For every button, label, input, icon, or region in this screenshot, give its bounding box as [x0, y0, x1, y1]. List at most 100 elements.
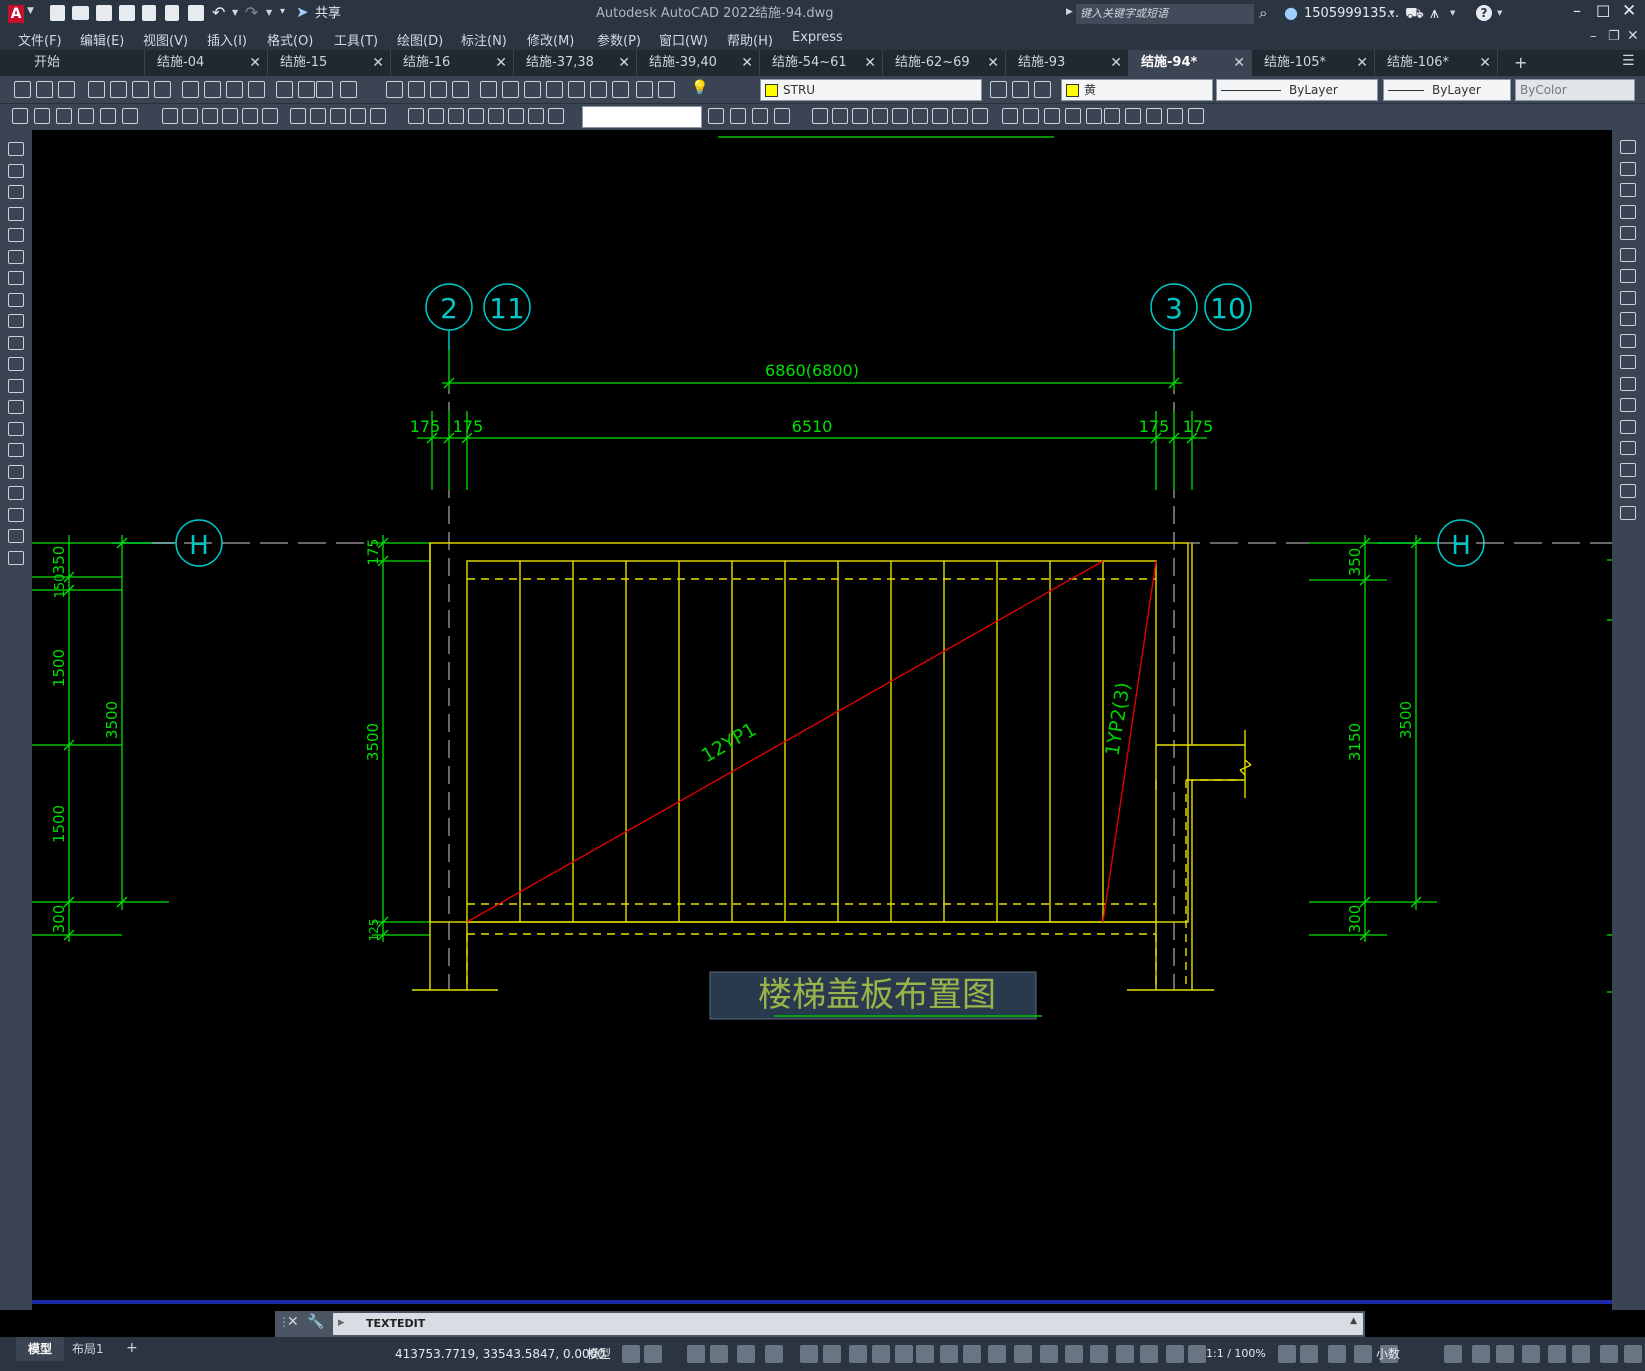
tb1-tool-22-icon[interactable] — [546, 81, 563, 98]
qat-open-icon[interactable] — [72, 6, 89, 20]
user-icon[interactable]: ● — [1284, 3, 1298, 22]
menu-item-8[interactable]: 修改(M) — [527, 30, 574, 49]
tb2-tool-16-icon[interactable] — [370, 108, 386, 124]
draw-tool-13-icon[interactable] — [8, 421, 24, 436]
plotstyle-dropdown[interactable]: ByColor — [1515, 79, 1635, 101]
tb2-tool-17-icon[interactable] — [408, 108, 424, 124]
draw-tool-12-icon[interactable] — [8, 400, 24, 414]
modify-tool-4-icon[interactable] — [1620, 226, 1636, 240]
tb2-tool-2-icon[interactable] — [56, 108, 72, 124]
tb2-tool-24-icon[interactable] — [548, 108, 564, 124]
tab-menu-icon[interactable]: ☰ — [1622, 53, 1635, 69]
status-toggle-4-icon[interactable] — [737, 1345, 755, 1363]
menu-item-3[interactable]: 插入(I) — [207, 30, 247, 49]
tb2-tool-21-icon[interactable] — [488, 108, 504, 124]
tb2-tool-13-icon[interactable] — [310, 108, 326, 124]
tb1-tool-3-icon[interactable] — [88, 81, 105, 98]
tb2-tool-40-icon[interactable] — [1044, 108, 1060, 124]
modify-tool-17-icon[interactable] — [1620, 505, 1636, 520]
status-toggle-9-icon[interactable] — [872, 1345, 890, 1363]
tb2-tool-26-icon[interactable] — [730, 108, 746, 124]
annotation-scale[interactable]: 1:1 / 100% — [1206, 1345, 1266, 1363]
tab-close-icon[interactable]: ✕ — [1479, 50, 1491, 76]
tb1-tool-28-icon[interactable] — [990, 81, 1007, 98]
status-toggle-13-icon[interactable] — [963, 1345, 981, 1363]
status-toggle-31-icon[interactable] — [1522, 1345, 1540, 1363]
tb1-tool-14-icon[interactable] — [340, 81, 357, 98]
status-toggle-3-icon[interactable] — [710, 1345, 728, 1363]
tb2-tool-23-icon[interactable] — [528, 108, 544, 124]
tab-10[interactable]: 结施-105* ✕ — [1252, 50, 1375, 76]
modify-tool-3-icon[interactable] — [1620, 204, 1636, 219]
menu-item-12[interactable]: Express — [792, 30, 843, 45]
draw-tool-8-icon[interactable] — [8, 314, 24, 328]
draw-tool-0-icon[interactable] — [8, 142, 24, 156]
draw-tool-4-icon[interactable] — [8, 228, 24, 242]
undo-icon[interactable]: ↶ — [212, 3, 225, 22]
tab-7[interactable]: 结施-62~69 ✕ — [883, 50, 1006, 76]
modify-tool-5-icon[interactable] — [1620, 247, 1636, 262]
status-toggle-2-icon[interactable] — [687, 1345, 705, 1363]
linetype-dropdown[interactable]: ByLayer — [1216, 79, 1378, 101]
tab-close-icon[interactable]: ✕ — [618, 50, 630, 76]
tb2-tool-43-icon[interactable] — [1104, 108, 1120, 124]
status-toggle-35-icon[interactable] — [1624, 1345, 1642, 1363]
status-toggle-25-icon[interactable] — [1328, 1345, 1346, 1363]
menu-item-1[interactable]: 编辑(E) — [80, 30, 124, 49]
draw-tool-2-icon[interactable] — [8, 185, 24, 199]
tb1-tool-27-icon[interactable] — [658, 81, 675, 98]
tb2-tool-41-icon[interactable] — [1065, 108, 1081, 124]
doc-minimize-icon[interactable]: – — [1590, 29, 1597, 44]
draw-tool-6-icon[interactable] — [8, 271, 24, 285]
add-layout-button[interactable]: + — [126, 1339, 138, 1357]
tab-close-icon[interactable]: ✕ — [1356, 50, 1368, 76]
tab-11[interactable]: 结施-106* ✕ — [1375, 50, 1498, 76]
status-toggle-14-icon[interactable] — [988, 1345, 1006, 1363]
draw-tool-17-icon[interactable] — [8, 507, 24, 522]
tb1-tool-5-icon[interactable] — [132, 81, 149, 98]
doc-close-icon[interactable]: ✕ — [1627, 28, 1639, 44]
drawing-title[interactable]: 楼梯盖板布置图 — [758, 975, 996, 1015]
search-input[interactable]: 键入关键字或短语 — [1076, 4, 1254, 24]
menu-item-0[interactable]: 文件(F) — [18, 30, 62, 49]
menu-item-5[interactable]: 工具(T) — [334, 30, 378, 49]
status-toggle-19-icon[interactable] — [1116, 1345, 1134, 1363]
status-toggle-16-icon[interactable] — [1040, 1345, 1058, 1363]
units-dropdown[interactable]: 小数 — [1376, 1345, 1400, 1363]
tb2-tool-25-icon[interactable] — [708, 108, 724, 124]
status-toggle-32-icon[interactable] — [1548, 1345, 1566, 1363]
tb2-tool-36-icon[interactable] — [952, 108, 968, 124]
tb1-tool-11-icon[interactable] — [276, 81, 293, 98]
status-toggle-1-icon[interactable] — [644, 1345, 662, 1363]
tb1-tool-4-icon[interactable] — [110, 81, 127, 98]
coordinates-readout[interactable]: 413753.7719, 33543.5847, 0.0000 — [395, 1345, 605, 1363]
tab-close-icon[interactable]: ✕ — [372, 50, 384, 76]
doc-restore-icon[interactable]: ❐ — [1608, 29, 1620, 44]
modify-tool-2-icon[interactable] — [1620, 183, 1636, 197]
tb1-tool-7-icon[interactable] — [182, 81, 199, 98]
tb2-tool-45-icon[interactable] — [1146, 108, 1162, 124]
autodesk-a360-icon[interactable]: ⩚ — [1430, 3, 1439, 23]
tb1-tool-30-icon[interactable] — [1034, 81, 1051, 98]
tab-close-icon[interactable]: ✕ — [1110, 50, 1122, 76]
tb2-tool-37-icon[interactable] — [972, 108, 988, 124]
modify-tool-15-icon[interactable] — [1620, 462, 1636, 477]
search-expand-icon[interactable]: ▶ — [1066, 7, 1073, 17]
chevron-down-icon[interactable]: ▼ — [1389, 9, 1394, 17]
tb2-tool-18-icon[interactable] — [428, 108, 444, 124]
tb2-tool-46-icon[interactable] — [1167, 108, 1183, 124]
chevron-down-icon[interactable]: ▼ — [1450, 9, 1455, 17]
tb2-tool-29-icon[interactable] — [812, 108, 828, 124]
menu-item-2[interactable]: 视图(V) — [143, 30, 188, 49]
tb1-tool-29-icon[interactable] — [1012, 81, 1029, 98]
status-toggle-0-icon[interactable] — [622, 1345, 640, 1363]
modify-tool-10-icon[interactable] — [1620, 355, 1636, 369]
tb2-tool-33-icon[interactable] — [892, 108, 908, 124]
status-toggle-20-icon[interactable] — [1140, 1345, 1158, 1363]
menu-item-4[interactable]: 格式(O) — [267, 30, 313, 49]
tb2-tool-10-icon[interactable] — [242, 108, 258, 124]
tb1-tool-26-icon[interactable] — [636, 81, 653, 98]
modify-tool-11-icon[interactable] — [1620, 376, 1636, 391]
lineweight-dropdown[interactable]: ByLayer — [1383, 79, 1511, 101]
share-button[interactable]: 共享 — [315, 5, 341, 23]
